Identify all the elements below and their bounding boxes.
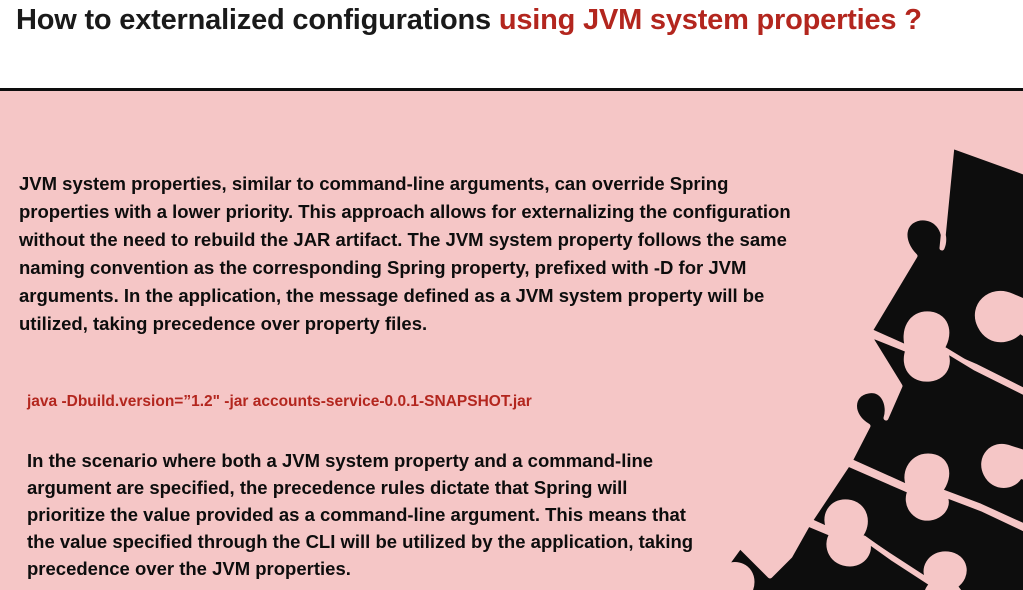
slide-header: How to externalized configurations using… [0,0,1023,91]
slide-title: How to externalized configurations using… [16,4,922,37]
slide-content: JVM system properties, similar to comman… [0,91,1023,590]
puzzle-pieces-icon [721,143,1023,590]
title-accent: using JVM system properties ? [498,4,922,36]
precedence-paragraph: In the scenario where both a JVM system … [27,450,694,579]
command-example: java -Dbuild.version=”1.2" -jar accounts… [27,393,532,410]
title-prefix: How to externalized configurations [16,4,499,36]
